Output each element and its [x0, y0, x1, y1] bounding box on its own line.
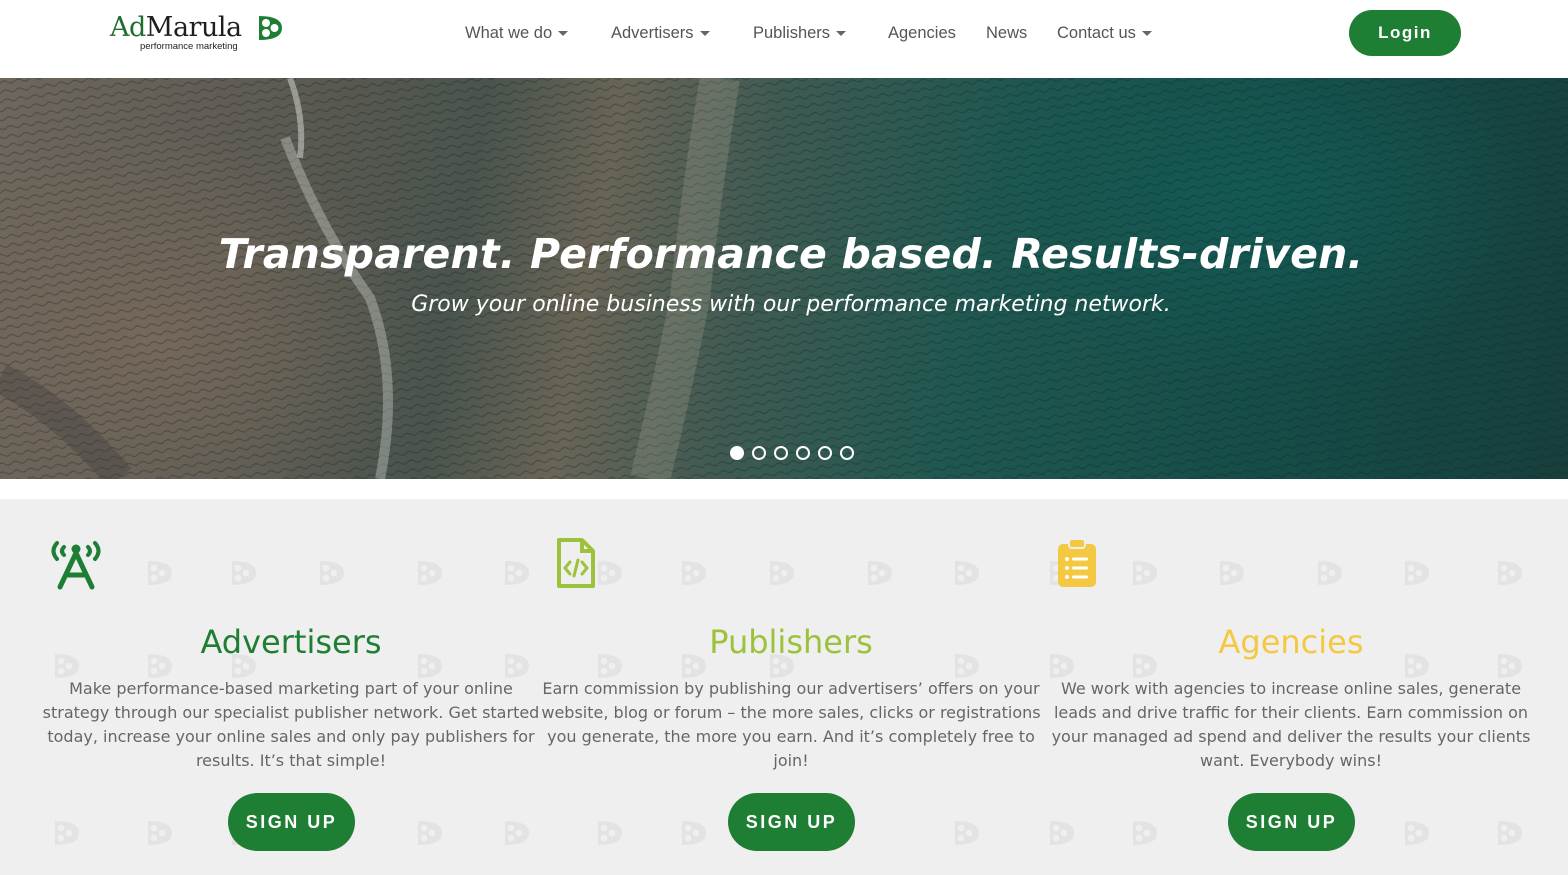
hero-shoreline-graphic: [0, 78, 740, 479]
code-file-icon: [557, 538, 595, 588]
slider-pagination: [730, 446, 854, 460]
hero-title: Transparent. Performance based. Results-…: [218, 230, 1364, 278]
publishers-column: Publishers Earn commission by publishing…: [541, 499, 1041, 875]
advertisers-column: Advertisers Make performance-based marke…: [41, 499, 541, 875]
nav-item-advertisers[interactable]: Advertisers: [611, 22, 710, 44]
chevron-down-icon: [836, 31, 847, 36]
audience-section: Advertisers Make performance-based marke…: [0, 499, 1568, 875]
nav-label: What we do: [465, 24, 553, 42]
nav-item-news[interactable]: News: [986, 22, 1027, 44]
slider-dot[interactable]: [796, 446, 810, 460]
publishers-signup-button[interactable]: SIGN UP: [728, 793, 855, 851]
slider-dot[interactable]: [840, 446, 854, 460]
publishers-title: Publishers: [709, 623, 873, 661]
publishers-description: Earn commission by publishing our advert…: [541, 679, 1041, 770]
site-header: AdMarula performance marketing What we d…: [0, 0, 1568, 78]
chevron-down-icon: [558, 31, 569, 36]
logo-tagline: performance marketing: [140, 41, 238, 52]
nav-item-what-we-do[interactable]: What we do: [465, 22, 569, 44]
nav-item-publishers[interactable]: Publishers: [753, 22, 847, 44]
hero-subtitle: Grow your online business with our perfo…: [411, 292, 1171, 317]
advertisers-signup-button[interactable]: SIGN UP: [228, 793, 355, 851]
clipboard-list-icon: [1058, 538, 1096, 587]
agencies-signup-button[interactable]: SIGN UP: [1228, 793, 1355, 851]
nav-label: Agencies: [888, 24, 956, 42]
logo[interactable]: AdMarula performance marketing: [110, 10, 290, 58]
agencies-title: Agencies: [1218, 623, 1364, 661]
nav-label: News: [986, 24, 1028, 42]
agencies-description: We work with agencies to increase online…: [1051, 679, 1531, 770]
slider-dot[interactable]: [774, 446, 788, 460]
agencies-column: Agencies We work with agencies to increa…: [1041, 499, 1541, 875]
login-button[interactable]: Login: [1349, 10, 1461, 56]
nav-item-contact-us[interactable]: Contact us: [1057, 22, 1152, 44]
nav-label: Contact us: [1057, 24, 1136, 42]
slider-dot[interactable]: [818, 446, 832, 460]
advertisers-title: Advertisers: [200, 623, 382, 661]
hero-slider: Transparent. Performance based. Results-…: [0, 78, 1568, 479]
marula-fruit-logo-icon: [259, 16, 282, 40]
broadcast-a-icon: [51, 541, 101, 590]
chevron-down-icon: [1141, 31, 1152, 36]
advertisers-description: Make performance-based marketing part of…: [42, 679, 540, 770]
nav-label: Advertisers: [611, 24, 694, 42]
slider-dot[interactable]: [730, 446, 744, 460]
nav-label: Publishers: [753, 24, 831, 42]
slider-dot[interactable]: [752, 446, 766, 460]
logo-wordmark: AdMarula: [110, 12, 242, 43]
nav-item-agencies[interactable]: Agencies: [888, 22, 956, 44]
chevron-down-icon: [699, 31, 710, 36]
